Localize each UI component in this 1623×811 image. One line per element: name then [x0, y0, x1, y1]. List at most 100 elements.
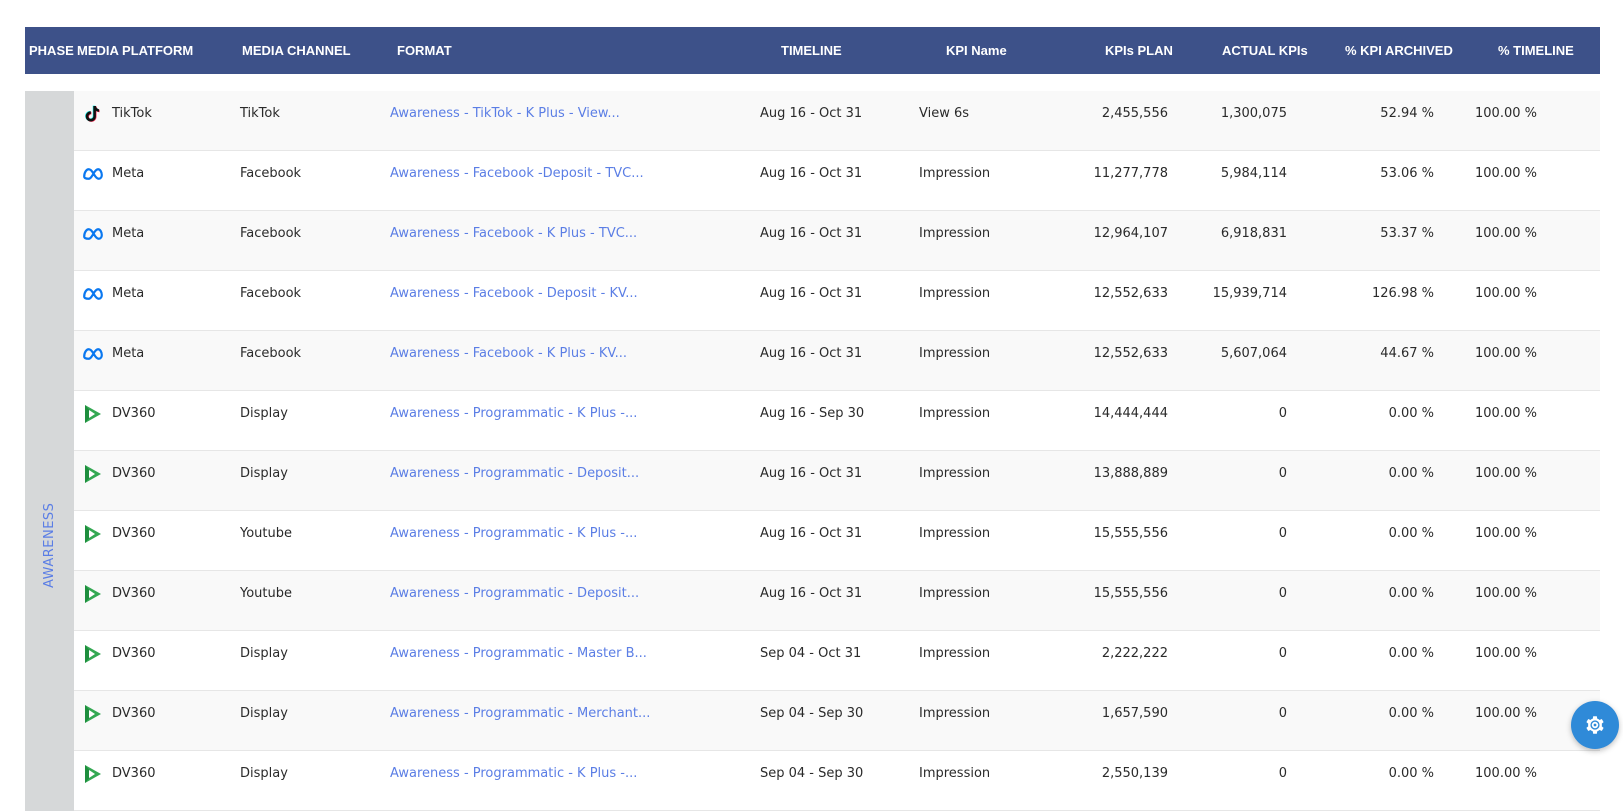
channel-cell: Facebook	[240, 226, 302, 241]
table-body: AWARENESS TikTok TikTok Awareness - TikTok…	[25, 91, 1600, 811]
timeline-cell: Aug 16 - Sep 30	[760, 406, 865, 421]
table-row[interactable]: DV360 Display Awareness - Programmatic - M…	[74, 631, 1600, 691]
platform-cell: TikTok	[82, 91, 152, 136]
platform-name: Meta	[112, 286, 145, 301]
format-link[interactable]: Awareness - Programmatic - Deposit...	[390, 571, 639, 616]
timeline-cell: Aug 16 - Oct 31	[760, 586, 863, 601]
format-link[interactable]: Awareness - Facebook - Deposit - KV...	[390, 271, 638, 316]
channel-cell: Display	[240, 466, 288, 481]
timeline-cell: Aug 16 - Oct 31	[760, 106, 863, 121]
platform-cell: Meta	[82, 151, 144, 196]
channel-cell: Display	[240, 406, 288, 421]
meta-icon	[82, 283, 104, 305]
table-row[interactable]: TikTok TikTok Awareness - TikTok - K Plus …	[74, 91, 1600, 151]
table-row[interactable]: Meta Facebook Awareness - Facebook - K Plu…	[74, 331, 1600, 391]
timeline-cell: Aug 16 - Oct 31	[760, 166, 863, 181]
format-link[interactable]: Awareness - Programmatic - K Plus -...	[390, 391, 637, 436]
platform-name: Meta	[112, 166, 145, 181]
col-timeline-pct[interactable]: % TIMELINE	[1498, 27, 1574, 74]
time-pct-cell: 100.00 %	[1475, 526, 1537, 541]
platform-name: DV360	[112, 406, 156, 421]
col-media-channel[interactable]: MEDIA CHANNEL	[242, 27, 351, 74]
table-row[interactable]: DV360 Youtube Awareness - Programmatic - D…	[74, 571, 1600, 631]
channel-cell: Display	[240, 646, 288, 661]
time-pct-cell: 100.00 %	[1475, 406, 1537, 421]
phase-label: AWARENESS	[42, 502, 57, 588]
table-header: PHASE MEDIA PLATFORM MEDIA CHANNEL FORMA…	[25, 27, 1600, 74]
table-row[interactable]: Meta Facebook Awareness - Facebook - K Plu…	[74, 211, 1600, 271]
time-pct-cell: 100.00 %	[1475, 646, 1537, 661]
table-row[interactable]: DV360 Display Awareness - Programmatic - K…	[74, 751, 1600, 811]
platform-cell: DV360	[82, 751, 156, 796]
platform-name: Meta	[112, 346, 145, 361]
time-pct-cell: 100.00 %	[1475, 106, 1537, 121]
format-link[interactable]: Awareness - Facebook - K Plus - TVC...	[390, 211, 637, 256]
col-media-platform[interactable]: MEDIA PLATFORM	[77, 27, 193, 74]
platform-name: DV360	[112, 466, 156, 481]
timeline-cell: Sep 04 - Sep 30	[760, 706, 864, 721]
time-pct-cell: 100.00 %	[1475, 346, 1537, 361]
phase-cell: AWARENESS	[25, 91, 74, 811]
format-link[interactable]: Awareness - Programmatic - K Plus -...	[390, 511, 637, 556]
platform-name: DV360	[112, 766, 156, 781]
platform-cell: DV360	[82, 391, 156, 436]
col-format[interactable]: FORMAT	[397, 27, 452, 74]
col-timeline[interactable]: TIMELINE	[781, 27, 842, 74]
kpi-cell: View 6s	[919, 106, 970, 121]
time-pct-cell: 100.00 %	[1475, 226, 1537, 241]
col-phase[interactable]: PHASE	[29, 27, 74, 74]
platform-cell: DV360	[82, 691, 156, 736]
table-row[interactable]: DV360 Display Awareness - Programmatic - M…	[74, 691, 1600, 751]
channel-cell: Facebook	[240, 286, 302, 301]
col-kpis-plan[interactable]: KPIs PLAN	[1105, 27, 1173, 74]
format-link[interactable]: Awareness - Facebook -Deposit - TVC...	[390, 151, 644, 196]
channel-cell: Display	[240, 766, 288, 781]
platform-name: DV360	[112, 586, 156, 601]
time-pct-cell: 100.00 %	[1475, 166, 1537, 181]
kpi-table: PHASE MEDIA PLATFORM MEDIA CHANNEL FORMA…	[25, 27, 1600, 811]
platform-cell: DV360	[82, 511, 156, 556]
timeline-cell: Aug 16 - Oct 31	[760, 466, 863, 481]
meta-icon	[82, 343, 104, 365]
channel-cell: Facebook	[240, 166, 302, 181]
channel-cell: Youtube	[240, 586, 292, 601]
dv360-icon	[82, 523, 104, 545]
tiktok-icon	[82, 103, 104, 125]
time-pct-cell: 100.00 %	[1475, 466, 1537, 481]
time-pct-cell: 100.00 %	[1475, 766, 1537, 781]
format-link[interactable]: Awareness - Programmatic - Master B...	[390, 631, 647, 676]
format-link[interactable]: Awareness - Programmatic - Deposit...	[390, 451, 639, 496]
table-row[interactable]: Meta Facebook Awareness - Facebook -Deposi…	[74, 151, 1600, 211]
platform-name: DV360	[112, 526, 156, 541]
format-link[interactable]: Awareness - Programmatic - K Plus -...	[390, 751, 637, 796]
col-kpi-archived[interactable]: % KPI ARCHIVED	[1345, 27, 1453, 74]
table-row[interactable]: DV360 Display Awareness - Programmatic - K…	[74, 391, 1600, 451]
platform-cell: Meta	[82, 271, 144, 316]
table-row[interactable]: DV360 Display Awareness - Programmatic - D…	[74, 451, 1600, 511]
platform-name: DV360	[112, 706, 156, 721]
dv360-icon	[82, 703, 104, 725]
table-row[interactable]: DV360 Youtube Awareness - Programmatic - K…	[74, 511, 1600, 571]
time-pct-cell: 100.00 %	[1475, 286, 1537, 301]
time-pct-cell: 100.00 %	[1475, 586, 1537, 601]
dv360-icon	[82, 583, 104, 605]
col-kpi-name[interactable]: KPI Name	[946, 27, 1007, 74]
timeline-cell: Aug 16 - Oct 31	[760, 526, 863, 541]
channel-cell: Facebook	[240, 346, 302, 361]
format-link[interactable]: Awareness - Programmatic - Merchant...	[390, 691, 650, 736]
dv360-icon	[82, 643, 104, 665]
platform-name: TikTok	[112, 106, 152, 121]
format-link[interactable]: Awareness - Facebook - K Plus - KV...	[390, 331, 627, 376]
dv360-icon	[82, 403, 104, 425]
format-link[interactable]: Awareness - TikTok - K Plus - View...	[390, 91, 620, 136]
gear-icon	[1584, 714, 1606, 736]
channel-cell: Display	[240, 706, 288, 721]
meta-icon	[82, 223, 104, 245]
table-row[interactable]: Meta Facebook Awareness - Facebook - Depos…	[74, 271, 1600, 331]
dv360-icon	[82, 463, 104, 485]
col-actual-kpis[interactable]: ACTUAL KPIs	[1222, 27, 1308, 74]
platform-cell: DV360	[82, 631, 156, 676]
settings-fab[interactable]	[1571, 701, 1619, 749]
platform-name: DV360	[112, 646, 156, 661]
dv360-icon	[82, 763, 104, 785]
